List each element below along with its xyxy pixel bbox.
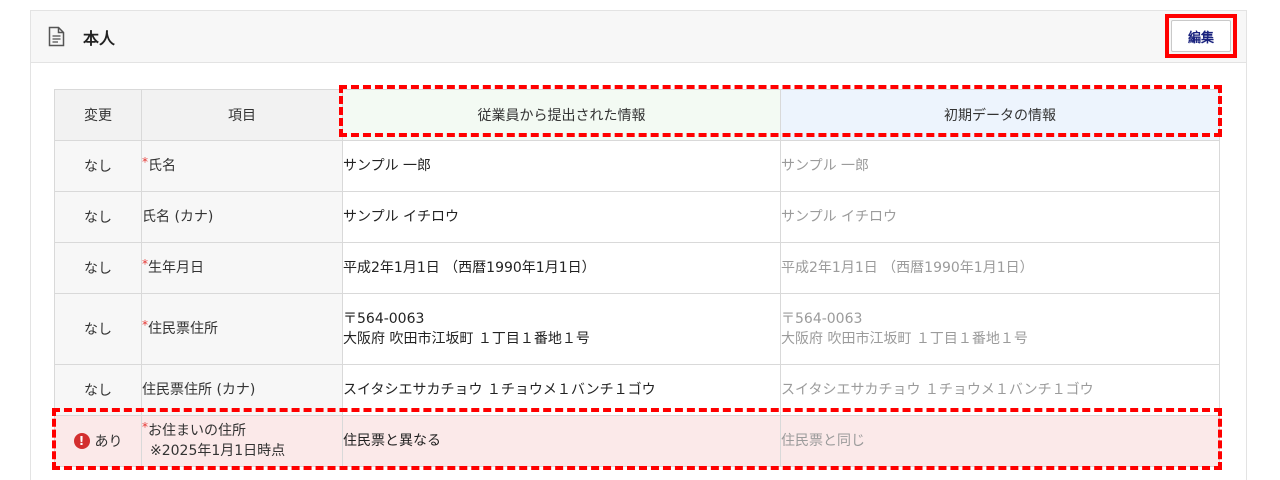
change-status: なし <box>54 140 142 192</box>
item-text: お住まいの住所 <box>148 423 246 439</box>
item-label: *氏名 <box>141 140 343 192</box>
employee-value: サンプル 一郎 <box>342 140 781 192</box>
item-text: 住民票住所 (カナ) <box>142 382 256 398</box>
initial-value: サンプル 一郎 <box>780 140 1220 192</box>
table-row: なし *氏名 サンプル 一郎 サンプル 一郎 <box>54 140 1220 192</box>
header-employee-info: 従業員から提出された情報 <box>342 89 781 141</box>
initial-value: スイタシエサカチョウ １チョウメ１バンチ１ゴウ <box>780 364 1220 416</box>
initial-value: 〒564-0063 大阪府 吹田市江坂町 １丁目１番地１号 <box>780 293 1220 365</box>
employee-value: 住民票と異なる <box>342 415 781 467</box>
table-header-row: 変更 項目 従業員から提出された情報 初期データの情報 <box>54 89 1220 141</box>
postal-code: 〒564-0063 <box>781 311 863 327</box>
document-icon <box>48 26 65 47</box>
item-label: 氏名 (カナ) <box>141 191 343 243</box>
section-header: 本人 編集 <box>31 11 1246 63</box>
initial-value: 住民票と同じ <box>780 415 1220 467</box>
required-mark: * <box>142 257 148 271</box>
required-mark: * <box>142 420 148 434</box>
item-label: *住民票住所 <box>141 293 343 365</box>
employee-value: スイタシエサカチョウ １チョウメ１バンチ１ゴウ <box>342 364 781 416</box>
required-mark: * <box>142 318 148 332</box>
header-initial-info: 初期データの情報 <box>780 89 1220 141</box>
employee-value: 平成2年1月1日 （西暦1990年1月1日） <box>342 242 781 294</box>
header-item: 項目 <box>141 89 343 141</box>
postal-code: 〒564-0063 <box>343 311 425 327</box>
edit-button[interactable]: 編集 <box>1171 20 1231 52</box>
change-status: ! あり <box>54 415 142 467</box>
exclamation-circle-icon: ! <box>73 433 90 449</box>
change-status: なし <box>54 191 142 243</box>
change-status: なし <box>54 293 142 365</box>
item-text: 住民票住所 <box>148 321 218 337</box>
item-text: 氏名 <box>148 158 176 174</box>
change-status: なし <box>54 242 142 294</box>
required-mark: * <box>142 155 148 169</box>
item-label: *お住まいの住所 ※2025年1月1日時点 <box>141 415 343 467</box>
table-row: なし *住民票住所 〒564-0063 大阪府 吹田市江坂町 １丁目１番地１号 〒… <box>54 293 1220 365</box>
item-label: 住民票住所 (カナ) <box>141 364 343 416</box>
table-row-changed: ! あり *お住まいの住所 ※2025年1月1日時点 住民票と異なる 住民票と同じ <box>54 415 1220 467</box>
initial-value: 平成2年1月1日 （西暦1990年1月1日） <box>780 242 1220 294</box>
item-text: 氏名 (カナ) <box>142 209 214 225</box>
item-label: *生年月日 <box>141 242 343 294</box>
address-line: 大阪府 吹田市江坂町 １丁目１番地１号 <box>343 331 590 347</box>
table-row: なし 住民票住所 (カナ) スイタシエサカチョウ １チョウメ１バンチ１ゴウ スイ… <box>54 364 1220 416</box>
table-row: なし *生年月日 平成2年1月1日 （西暦1990年1月1日） 平成2年1月1日… <box>54 242 1220 294</box>
comparison-table: 変更 項目 従業員から提出された情報 初期データの情報 なし *氏名 サンプル … <box>54 89 1220 467</box>
initial-value: サンプル イチロウ <box>780 191 1220 243</box>
header-change: 変更 <box>54 89 142 141</box>
address-line: 大阪府 吹田市江坂町 １丁目１番地１号 <box>781 331 1028 347</box>
employee-value: 〒564-0063 大阪府 吹田市江坂町 １丁目１番地１号 <box>342 293 781 365</box>
change-status-text: あり <box>94 434 123 450</box>
table-row: なし 氏名 (カナ) サンプル イチロウ サンプル イチロウ <box>54 191 1220 243</box>
employee-value: サンプル イチロウ <box>342 191 781 243</box>
change-status: なし <box>54 364 142 416</box>
section-title: 本人 <box>83 29 116 48</box>
item-note: ※2025年1月1日時点 <box>150 443 286 459</box>
item-text: 生年月日 <box>148 260 204 276</box>
